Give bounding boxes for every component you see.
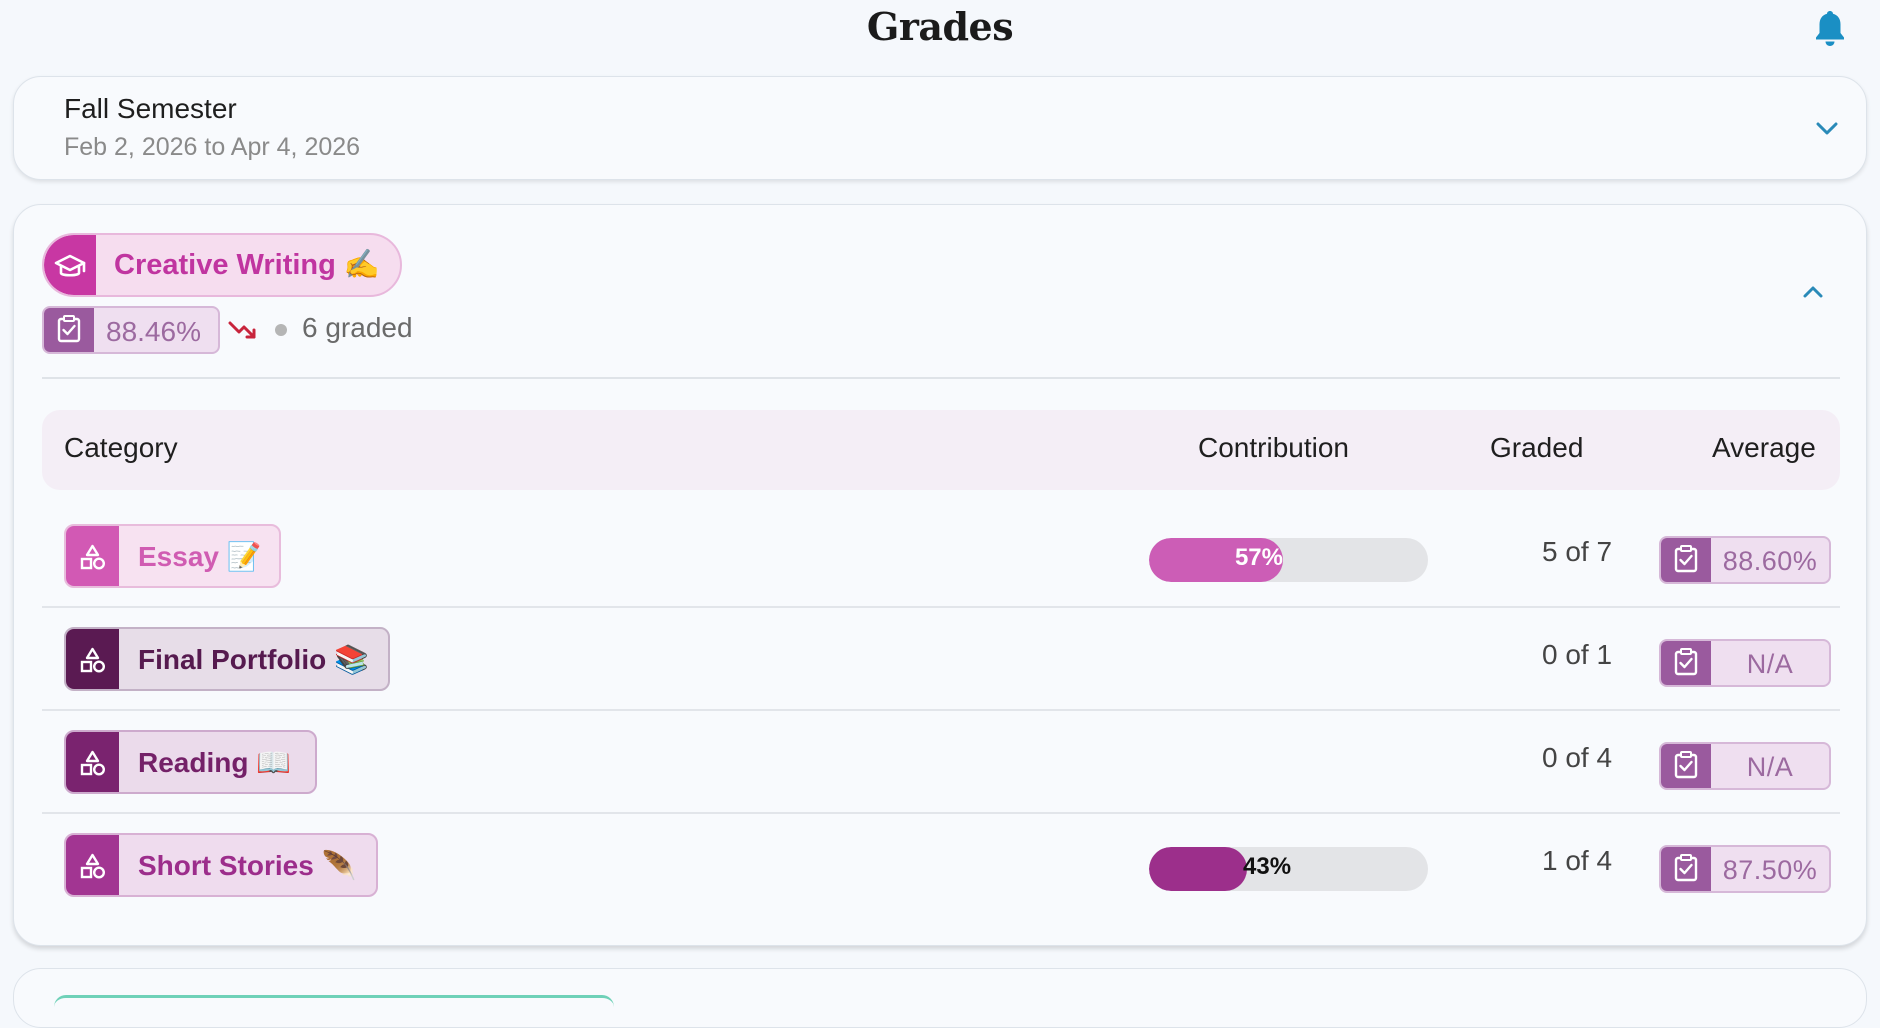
category-name: Short Stories 🪶: [138, 850, 357, 881]
column-header-category: Category: [64, 432, 178, 463]
course-name: Creative Writing ✍: [114, 249, 381, 281]
bell-icon[interactable]: [1812, 8, 1848, 48]
average-badge: N/A: [1659, 639, 1831, 687]
course-chip[interactable]: Creative Writing ✍: [42, 233, 402, 297]
average-badge: 87.50%: [1659, 845, 1831, 893]
page-title: Grades: [866, 4, 1014, 49]
column-header-average: Average: [1712, 432, 1816, 463]
next-course-card[interactable]: [13, 968, 1867, 1028]
shapes-icon: [66, 732, 119, 792]
graded-count: 6 graded: [302, 312, 413, 343]
average-value: N/A: [1746, 649, 1794, 679]
app-header: Grades: [0, 0, 1880, 64]
graded-value: 0 of 4: [1541, 742, 1613, 773]
clipboard-check-icon: [1661, 847, 1711, 891]
category-chip[interactable]: Short Stories 🪶: [64, 833, 378, 897]
graded-value: 0 of 1: [1541, 639, 1613, 670]
next-course-chip[interactable]: [54, 995, 614, 1007]
column-header-graded: Graded: [1490, 432, 1584, 463]
average-value: 87.50%: [1722, 855, 1818, 885]
divider: [42, 377, 1840, 379]
contribution-bar: 57%: [1149, 538, 1428, 582]
graded-value: 1 of 4: [1541, 845, 1613, 876]
table-row[interactable]: Short Stories 🪶 43% 1 of 4 87.50%: [42, 814, 1840, 917]
average-badge: N/A: [1659, 742, 1831, 790]
shapes-icon: [66, 835, 119, 895]
category-chip[interactable]: Final Portfolio 📚: [64, 627, 390, 691]
chevron-down-icon[interactable]: [1812, 113, 1842, 143]
category-name: Essay 📝: [138, 541, 262, 572]
chevron-up-icon[interactable]: [1798, 277, 1828, 307]
contribution-percent: 57%: [1234, 544, 1283, 571]
clipboard-check-icon: [1661, 641, 1711, 685]
contribution-bar: 43%: [1149, 847, 1428, 891]
course-average-value: 88.46%: [106, 316, 201, 347]
separator-dot: [275, 324, 287, 336]
contribution-bar-fill: [1149, 847, 1247, 891]
category-name: Final Portfolio 📚: [138, 644, 369, 675]
table-row[interactable]: Final Portfolio 📚 0 of 1 N/A: [42, 608, 1840, 711]
clipboard-check-icon: [44, 308, 94, 352]
course-card: Creative Writing ✍ 88.46% 6 graded Categ…: [13, 204, 1867, 946]
table-row[interactable]: Reading 📖 0 of 4 N/A: [42, 711, 1840, 814]
shapes-icon: [66, 526, 119, 586]
category-name: Reading 📖: [138, 747, 292, 778]
contribution-percent: 43%: [1243, 853, 1292, 880]
graduation-cap-icon: [44, 235, 96, 295]
trending-down-icon: [228, 321, 256, 339]
average-value: N/A: [1746, 752, 1794, 782]
semester-date-range: Feb 2, 2026 to Apr 4, 2026: [64, 133, 361, 161]
table-header: Category Contribution Graded Average: [42, 410, 1840, 490]
average-value: 88.60%: [1722, 546, 1818, 576]
course-average-badge: 88.46%: [42, 306, 220, 354]
semester-name: Fall Semester: [64, 93, 237, 124]
graded-value: 5 of 7: [1541, 536, 1613, 567]
category-chip[interactable]: Essay 📝: [64, 524, 281, 588]
category-chip[interactable]: Reading 📖: [64, 730, 317, 794]
table-row[interactable]: Essay 📝 57% 5 of 7 88.60%: [42, 505, 1840, 608]
semester-selector[interactable]: Fall Semester Feb 2, 2026 to Apr 4, 2026: [13, 76, 1867, 180]
clipboard-check-icon: [1661, 744, 1711, 788]
average-badge: 88.60%: [1659, 536, 1831, 584]
shapes-icon: [66, 629, 119, 689]
column-header-contribution: Contribution: [1198, 432, 1349, 463]
clipboard-check-icon: [1661, 538, 1711, 582]
